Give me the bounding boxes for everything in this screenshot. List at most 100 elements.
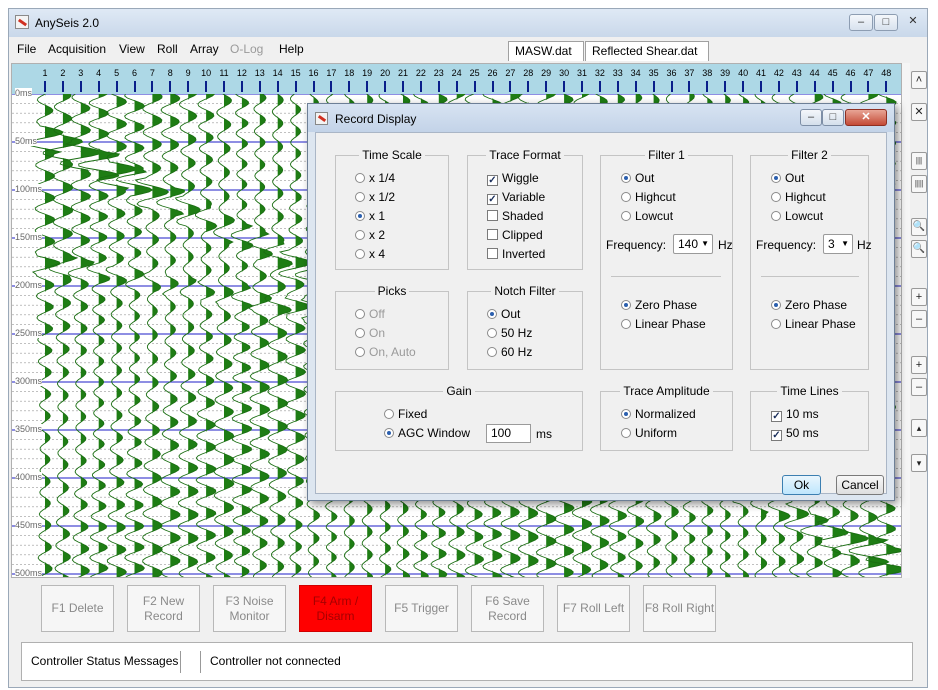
f8-roll-right-button[interactable]: F8 Roll Right	[643, 585, 716, 632]
tab-reflected-shear[interactable]: Reflected Shear.datx	[585, 41, 709, 76]
close-icon[interactable]: ✕	[911, 103, 927, 121]
f2-new-record-button[interactable]: F2 New Record	[127, 585, 200, 632]
trace-spacing-wide-icon[interactable]: ||||	[911, 175, 927, 193]
timeline-50ms-checkbox[interactable]: ✓ 50 ms	[771, 426, 819, 441]
gain-fixed-radio[interactable]: Fixed	[384, 407, 427, 421]
filter2-lowcut-radio[interactable]: Lowcut	[771, 209, 823, 223]
timeline-10ms-checkbox[interactable]: ✓ 10 ms	[771, 407, 819, 422]
trace-number-label: 23	[433, 68, 444, 78]
time-scale-1-2-radio[interactable]: x 1/2	[355, 190, 395, 204]
menu-view[interactable]: View	[119, 42, 145, 56]
notch-50hz-radio[interactable]: 50 Hz	[487, 326, 532, 340]
trace-spacing-narrow-icon[interactable]: |||	[911, 152, 927, 170]
shaded-checkbox[interactable]: Shaded	[487, 209, 543, 223]
dialog-title-bar: Record Display – □ ✕	[308, 104, 894, 132]
filter1-out-radio[interactable]: Out	[621, 171, 654, 185]
trace-tick	[688, 81, 691, 92]
f4-arm-disarm-button[interactable]: F4 Arm / Disarm	[299, 585, 372, 632]
dialog-close-button[interactable]: ✕	[845, 109, 887, 126]
picks-on-radio[interactable]: On	[355, 326, 385, 340]
minimize-button[interactable]: –	[849, 14, 873, 31]
filter1-highcut-radio[interactable]: Highcut	[621, 190, 676, 204]
f5-trigger-button[interactable]: F5 Trigger	[385, 585, 458, 632]
time-zoom-in-icon[interactable]: +	[911, 356, 927, 374]
time-zoom-out-icon[interactable]: –	[911, 378, 927, 396]
filter2-frequency-select[interactable]: 3 ▼	[823, 234, 853, 254]
f1-delete-button[interactable]: F1 Delete	[41, 585, 114, 632]
dialog-minimize-button[interactable]: –	[800, 109, 822, 126]
trace-number-label: 36	[666, 68, 677, 78]
filter2-out-radio[interactable]: Out	[771, 171, 804, 185]
inverted-checkbox[interactable]: Inverted	[487, 247, 545, 261]
notch-filter-group: Notch Filter Out 50 Hz 60 Hz	[467, 284, 583, 370]
dialog-icon	[315, 112, 328, 125]
menu-help[interactable]: Help	[279, 42, 304, 56]
tab-masw[interactable]: MASW.datx	[508, 41, 584, 76]
cancel-button[interactable]: Cancel	[836, 475, 884, 495]
gain-increase-icon[interactable]: +	[911, 288, 927, 306]
filter2-linear-phase-radio[interactable]: Linear Phase	[771, 317, 856, 331]
notch-60hz-radio[interactable]: 60 Hz	[487, 345, 532, 359]
filter2-zero-phase-radio[interactable]: Zero Phase	[771, 298, 847, 312]
zoom-out-icon[interactable]: 🔍	[911, 240, 927, 258]
menu-file[interactable]: File	[17, 42, 36, 56]
menu-acquisition[interactable]: Acquisition	[48, 42, 106, 56]
menu-olog[interactable]: O-Log	[230, 42, 263, 56]
trace-tick	[240, 81, 243, 92]
time-axis-label: 400ms	[15, 472, 43, 482]
time-scale-1-4-radio[interactable]: x 1/4	[355, 171, 395, 185]
menu-array[interactable]: Array	[190, 42, 219, 56]
filter1-frequency-label: Frequency:	[606, 238, 667, 252]
time-scale-4-radio[interactable]: x 4	[355, 247, 385, 261]
close-button[interactable]: ✕	[902, 14, 924, 31]
notch-out-radio[interactable]: Out	[487, 307, 520, 321]
option-label: x 1/2	[369, 190, 396, 204]
radio-icon	[355, 347, 365, 357]
trace-number-label: 37	[684, 68, 695, 78]
time-scale-2-radio[interactable]: x 2	[355, 228, 385, 242]
trace-number-label: 5	[114, 68, 120, 78]
trace-number-label: 33	[612, 68, 623, 78]
time-axis-label: 200ms	[15, 280, 43, 290]
menu-roll[interactable]: Roll	[157, 42, 178, 56]
filter2-frequency-label: Frequency:	[756, 238, 817, 252]
scroll-down-small-icon[interactable]: ▾	[911, 454, 927, 472]
trace-tick	[724, 81, 727, 92]
dialog-maximize-button[interactable]: □	[822, 109, 844, 126]
menu-bar: File Acquisition View Roll Array O-Log H…	[9, 37, 927, 59]
wiggle-checkbox[interactable]: ✓ Wiggle	[487, 171, 539, 186]
trace-tick	[777, 81, 780, 92]
f7-roll-left-button[interactable]: F7 Roll Left	[557, 585, 630, 632]
filter1-frequency-select[interactable]: 140 ▼	[673, 234, 713, 254]
agc-window-input[interactable]: 100	[486, 424, 531, 443]
gain-group: Gain Fixed AGC Window 100 ms	[335, 384, 583, 451]
variable-checkbox[interactable]: ✓ Variable	[487, 190, 545, 205]
scroll-up-small-icon[interactable]: ▴	[911, 419, 927, 437]
dialog-title: Record Display	[335, 112, 417, 126]
filter1-lowcut-radio[interactable]: Lowcut	[621, 209, 673, 223]
f6-save-record-button[interactable]: F6 Save Record	[471, 585, 544, 632]
trace-amplitude-group: Trace Amplitude Normalized Uniform	[600, 384, 733, 451]
trace-number-label: 39	[720, 68, 731, 78]
zoom-in-icon[interactable]: 🔍	[911, 218, 927, 236]
trace-number-label: 13	[254, 68, 265, 78]
amplitude-normalized-radio[interactable]: Normalized	[621, 407, 696, 421]
radio-icon	[621, 319, 631, 329]
ok-button[interactable]: Ok	[782, 475, 821, 495]
gain-agc-window-radio[interactable]: AGC Window	[384, 426, 470, 440]
vertical-scrollbar[interactable]	[902, 63, 910, 578]
trace-tick	[79, 81, 82, 92]
filter2-highcut-radio[interactable]: Highcut	[771, 190, 826, 204]
scroll-up-icon[interactable]: ˄	[911, 71, 927, 89]
filter1-unit-label: Hz	[718, 238, 733, 252]
picks-off-radio[interactable]: Off	[355, 307, 385, 321]
filter1-linear-phase-radio[interactable]: Linear Phase	[621, 317, 706, 331]
clipped-checkbox[interactable]: Clipped	[487, 228, 543, 242]
time-scale-1-radio[interactable]: x 1	[355, 209, 385, 223]
amplitude-uniform-radio[interactable]: Uniform	[621, 426, 677, 440]
gain-decrease-icon[interactable]: –	[911, 310, 927, 328]
f3-noise-monitor-button[interactable]: F3 Noise Monitor	[213, 585, 286, 632]
filter1-zero-phase-radio[interactable]: Zero Phase	[621, 298, 697, 312]
picks-on-auto-radio[interactable]: On, Auto	[355, 345, 416, 359]
maximize-button[interactable]: □	[874, 14, 898, 31]
